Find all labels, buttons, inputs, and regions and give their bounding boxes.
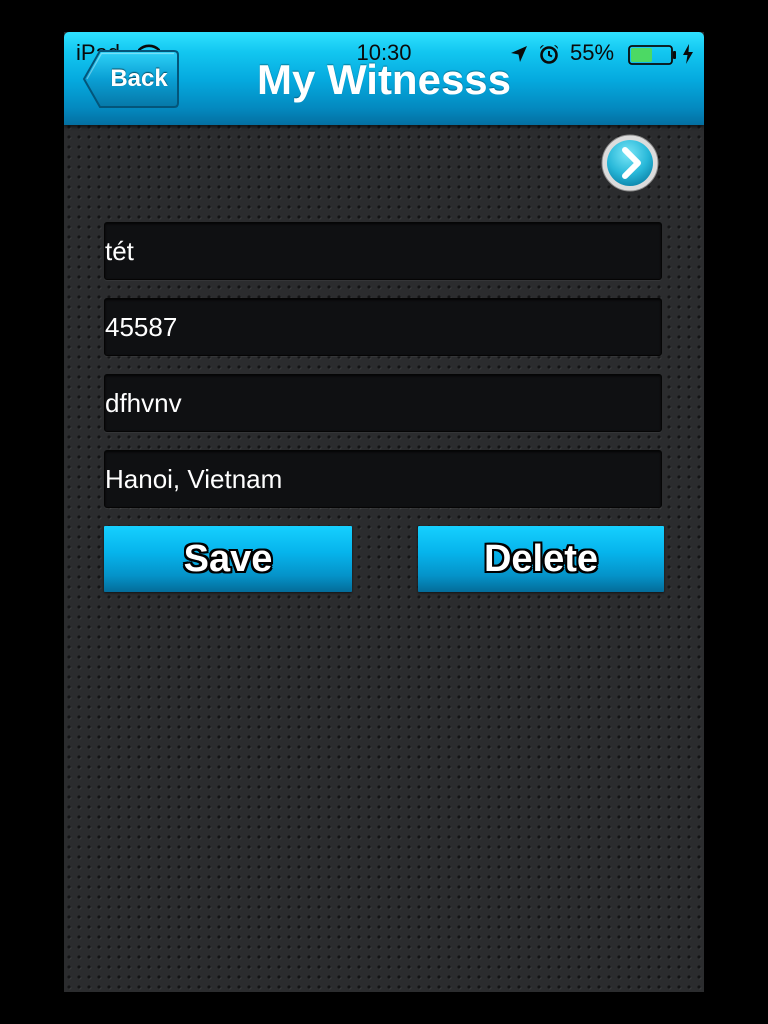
witness-name-field[interactable] [104,222,662,280]
app-screen: iPad 10:30 55% [64,32,704,992]
save-button[interactable]: Save [104,526,352,592]
chevron-right-icon [601,134,659,192]
delete-button[interactable]: Delete [418,526,664,592]
witness-email-field[interactable] [104,374,662,432]
next-button[interactable] [600,133,660,193]
witness-address-field[interactable] [104,450,662,508]
witness-phone-field[interactable] [104,298,662,356]
page-title: My Witnesss [256,56,512,103]
navigation-bar: iPad 10:30 55% [64,32,704,125]
